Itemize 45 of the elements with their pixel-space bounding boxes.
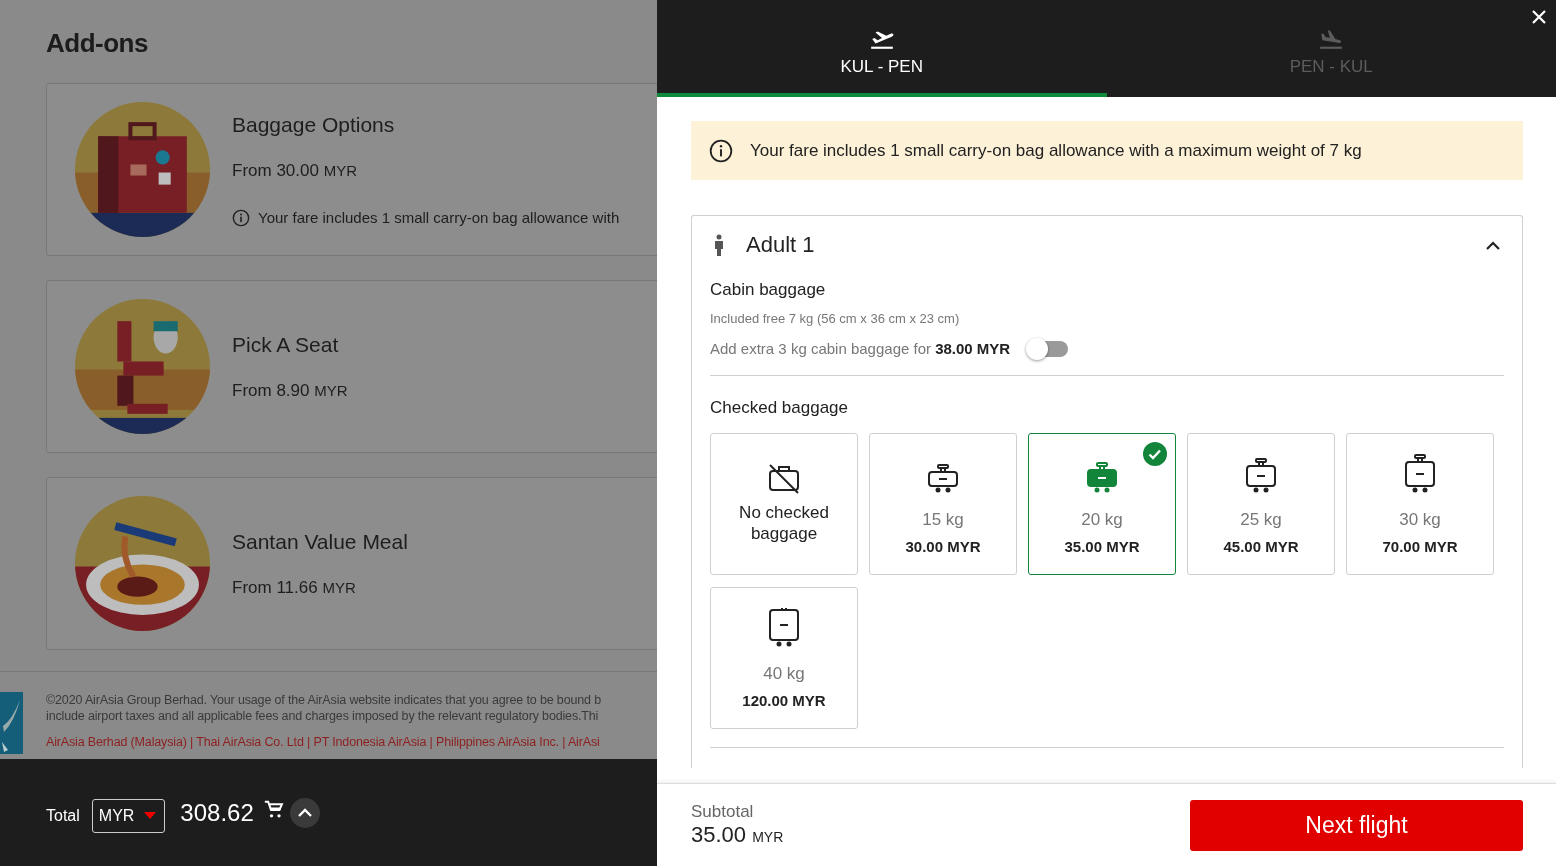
- fine-print: include airport taxes and all applicable fees and charges imposed by the relevant regulatory bodies.Thi: [46, 708, 600, 724]
- addon-card[interactable]: Pick A Seat From 8.90 MYR: [46, 280, 657, 453]
- check-icon: [1143, 442, 1167, 466]
- baggage-option[interactable]: No checked baggage: [710, 433, 858, 575]
- baggage-option[interactable]: 15 kg 30.00 MYR: [869, 433, 1017, 575]
- info-icon: [232, 208, 250, 227]
- chevron-up-icon: [297, 808, 312, 817]
- total-amount: 308.62: [180, 798, 254, 827]
- flight-tab[interactable]: KUL - PEN: [657, 0, 1107, 97]
- baggage-option[interactable]: 25 kg 45.00 MYR: [1187, 433, 1335, 575]
- included-text: Included free 7 kg (56 cm x 36 cm x 23 cm): [710, 311, 961, 326]
- baggage-option[interactable]: 40 kg 120.00 MYR: [710, 587, 858, 729]
- addon-title: Baggage Options: [232, 112, 396, 137]
- addon-title: Pick A Seat: [232, 332, 340, 357]
- addon-price: From 11.66 MYR: [232, 577, 357, 598]
- addon-card[interactable]: Baggage Options From 30.00 MYR Your fare includes 1 small carry-on bag allowance with: [46, 83, 657, 256]
- section-title: Checked baggage: [710, 398, 849, 418]
- extra-cabin-toggle[interactable]: [1028, 340, 1069, 357]
- crossed-bag-icon: [767, 464, 801, 494]
- addon-card[interactable]: Santan Value Meal From 11.66 MYR: [46, 477, 657, 650]
- close-icon: [1532, 10, 1546, 24]
- person-icon: [714, 234, 724, 256]
- section-title: Cabin baggage: [710, 280, 827, 300]
- passenger-name: Adult 1: [746, 232, 816, 258]
- addon-note: Your fare includes 1 small carry-on bag allowance with: [258, 209, 620, 226]
- addon-price: From 8.90 MYR: [232, 380, 348, 401]
- chevron-up-icon: [1486, 240, 1500, 250]
- currency-select[interactable]: MYR: [91, 798, 166, 833]
- subtotal-amount: 35.00 MYR: [691, 822, 784, 848]
- next-flight-button[interactable]: Next flight: [1190, 799, 1523, 851]
- info-icon: [709, 138, 733, 163]
- baggage-option[interactable]: 20 kg 35.00 MYR: [1028, 433, 1176, 575]
- addon-price: From 30.00 MYR: [232, 160, 358, 181]
- expand-button[interactable]: [289, 797, 320, 828]
- close-button[interactable]: [1530, 8, 1548, 26]
- extra-cabin-label: Add extra 3 kg cabin baggage for 38.00 MYR: [710, 340, 1011, 357]
- addon-title: Santan Value Meal: [232, 529, 408, 554]
- page-title: Add-ons: [45, 27, 149, 60]
- cart-icon[interactable]: [263, 799, 284, 820]
- copyright-text: ©2020 AirAsia Group Berhad. Your usage of the AirAsia website indicates that you agree to be bound b: [46, 692, 601, 708]
- total-label: Total: [46, 806, 80, 825]
- notice-text: Your fare includes 1 small carry-on bag allowance with a maximum weight of 7 kg: [750, 140, 1362, 161]
- baggage-option[interactable]: 30 kg 70.00 MYR: [1346, 433, 1494, 575]
- caret-icon: [144, 812, 157, 819]
- subtotal-label: Subtotal: [691, 802, 755, 822]
